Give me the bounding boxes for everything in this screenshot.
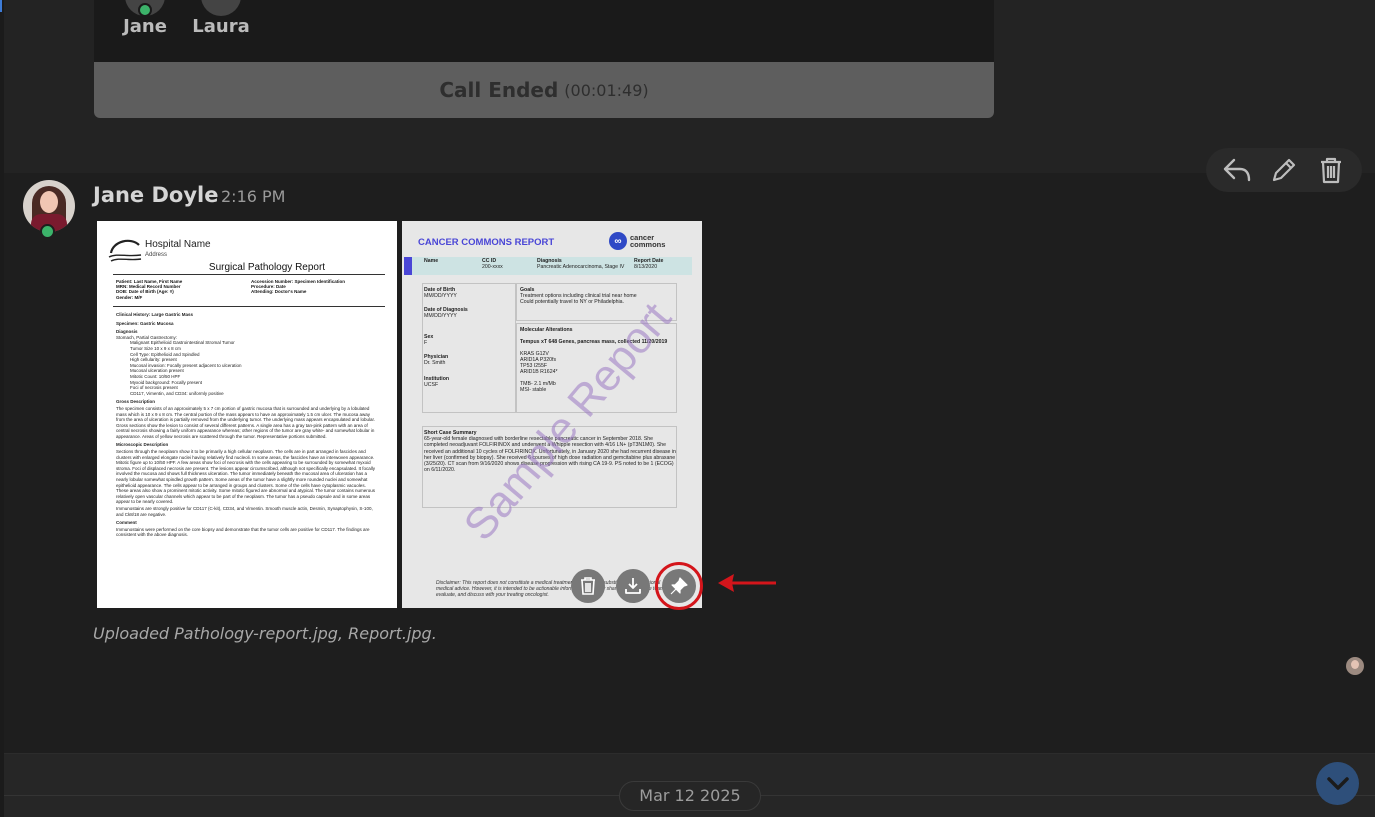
image-delete-button[interactable]	[571, 569, 605, 603]
online-status-dot	[138, 3, 152, 17]
report-body: Clinical History: Large Gastric Mass Spe…	[116, 312, 376, 538]
message-actions-toolbar	[1206, 148, 1362, 192]
report-meta: Patient: Last Name, First Name Accession …	[116, 279, 346, 300]
call-ended-bar: Call Ended (00:01:49)	[94, 62, 994, 118]
call-duration: (00:01:49)	[564, 80, 649, 100]
participant-avatar	[201, 0, 241, 16]
message-timestamp: 2:16 PM	[221, 187, 286, 206]
participant-laura[interactable]: Laura	[186, 0, 256, 37]
cancer-commons-logo: ∞ cancer commons	[609, 232, 665, 250]
hospital-address: Address	[145, 252, 168, 258]
chevron-down-icon	[1326, 776, 1349, 790]
pin-highlight-ring	[655, 562, 703, 610]
attachment-pathology-report[interactable]: Hospital Name Address Surgical Pathology…	[97, 221, 397, 608]
image-download-button[interactable]	[616, 569, 650, 603]
divider	[113, 306, 385, 307]
cc-report-title: CANCER COMMONS REPORT	[418, 237, 555, 248]
read-receipt-avatar	[1346, 657, 1364, 675]
delete-icon[interactable]	[1314, 153, 1348, 187]
reply-icon[interactable]	[1220, 153, 1254, 187]
date-pill: Mar 12 2025	[619, 781, 761, 811]
rail-accent	[0, 0, 2, 12]
participant-jane[interactable]: Jane	[110, 0, 180, 37]
participant-avatar	[125, 0, 165, 17]
download-icon	[625, 578, 641, 594]
report-title: Surgical Pathology Report	[208, 262, 326, 273]
online-status-dot	[40, 224, 55, 239]
cancer-commons-logo-icon: ∞	[609, 232, 627, 250]
cc-header-band: Name CC ID 200-xxxx Diagnosis Pancreatic A…	[404, 257, 692, 275]
upload-caption: Uploaded Pathology-report.jpg, Report.jp…	[93, 624, 437, 643]
participant-name: Laura	[192, 16, 250, 37]
call-ended-label: Call Ended	[439, 78, 559, 102]
edit-icon[interactable]	[1267, 153, 1301, 187]
cc-patient-box	[422, 283, 516, 413]
sender-name[interactable]: Jane Doyle	[93, 183, 218, 207]
annotation-arrow-icon	[718, 574, 776, 592]
participant-name: Jane	[123, 16, 167, 37]
hospital-name: Hospital Name	[145, 239, 211, 250]
delete-icon	[581, 577, 595, 595]
attachment-cc-report[interactable]: CANCER COMMONS REPORT ∞ cancer commons Na…	[402, 221, 702, 608]
hospital-logo-icon	[108, 239, 142, 262]
divider	[113, 274, 385, 275]
call-card: Jane Laura Call Ended (00:01:49)	[94, 0, 994, 118]
jump-to-latest-button[interactable]	[1316, 762, 1359, 805]
